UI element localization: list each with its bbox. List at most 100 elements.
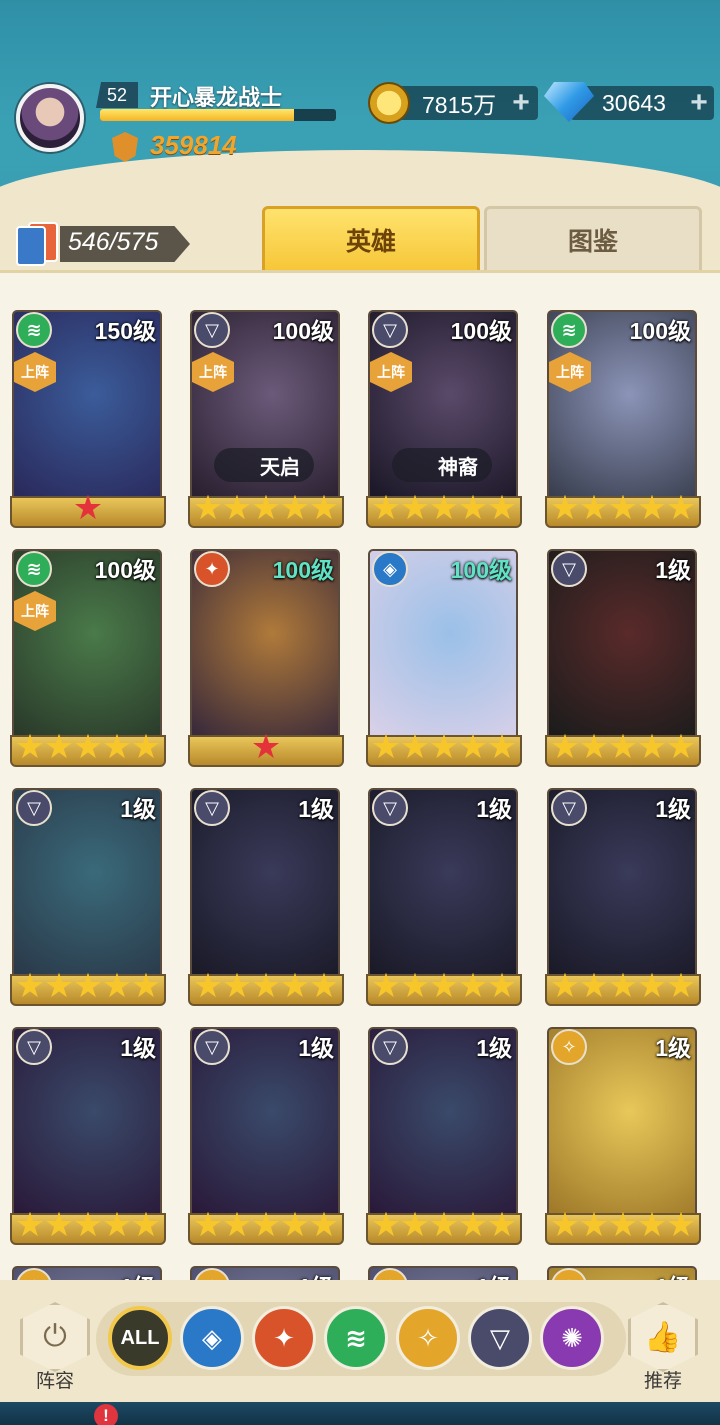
- hero-card[interactable]: ▽ 1级: [188, 1025, 344, 1247]
- star-icon: [282, 972, 308, 998]
- hero-level: 100级: [272, 318, 334, 344]
- star-icon: [46, 1211, 72, 1237]
- player-avatar[interactable]: [16, 84, 84, 152]
- filter-fire-button[interactable]: ✦: [252, 1306, 316, 1370]
- star-icon: [552, 1211, 578, 1237]
- star-icon: [610, 494, 636, 520]
- filter-void-icon: ✺: [561, 1322, 583, 1353]
- hero-level: 100级: [450, 557, 512, 583]
- star-icon: [224, 494, 250, 520]
- star-rating: [192, 1211, 340, 1239]
- hero-level: 150级: [94, 318, 156, 344]
- lineup-button[interactable]: ⏻: [20, 1302, 90, 1372]
- filter-all-button[interactable]: ALL: [108, 1306, 172, 1370]
- dark-faction-icon: ▽: [551, 790, 587, 826]
- hero-card[interactable]: ▽ 1级: [10, 786, 166, 1008]
- hero-card[interactable]: ✧1级: [10, 1264, 166, 1280]
- star-icon: [104, 1211, 130, 1237]
- star-rating: [370, 1211, 518, 1239]
- hero-level: 1级: [120, 1035, 156, 1061]
- hero-card[interactable]: ✧1级: [366, 1264, 522, 1280]
- collection-count: 546/575: [68, 228, 159, 256]
- star-rating: [549, 972, 697, 1000]
- filter-forest-button[interactable]: ≋: [324, 1306, 388, 1370]
- hero-card[interactable]: ▽ 1级: [545, 547, 701, 769]
- star-icon: [373, 494, 399, 520]
- hero-level: 1级: [120, 1268, 156, 1280]
- star-icon: [75, 972, 101, 998]
- star-icon: [253, 494, 279, 520]
- star-icon: [639, 1211, 665, 1237]
- dark-faction-icon: ▽: [16, 790, 52, 826]
- star-rating: [370, 494, 518, 522]
- star-rating: [549, 733, 697, 761]
- star-icon: [224, 972, 250, 998]
- filter-void-button[interactable]: ✺: [540, 1306, 604, 1370]
- hero-level: 1级: [476, 1035, 512, 1061]
- star-icon: [224, 1211, 250, 1237]
- star-icon: [46, 733, 72, 759]
- hero-card[interactable]: ≋ 150级 上阵: [10, 308, 166, 530]
- star-icon: [489, 494, 515, 520]
- star-icon: [489, 1211, 515, 1237]
- star-icon: [311, 494, 337, 520]
- add-gold-button[interactable]: +: [510, 88, 532, 118]
- star-icon: [581, 1211, 607, 1237]
- dark-faction-icon: ▽: [372, 1029, 408, 1065]
- dark-faction-icon: ▽: [372, 790, 408, 826]
- hero-card[interactable]: ◈ 100级: [366, 547, 522, 769]
- exp-bar-fill: [100, 109, 294, 121]
- star-icon: [431, 972, 457, 998]
- hero-card[interactable]: ▽ 100级 上阵 天启: [188, 308, 344, 530]
- dark-faction-icon: ▽: [194, 312, 230, 348]
- star-icon: [311, 972, 337, 998]
- hero-card[interactable]: ▽ 100级 上阵 神裔: [366, 308, 522, 530]
- star-rating: [14, 494, 162, 522]
- dark-faction-icon: ▽: [194, 790, 230, 826]
- star-icon: [402, 494, 428, 520]
- star-icon: [402, 733, 428, 759]
- hero-card[interactable]: ▽ 1级: [188, 786, 344, 1008]
- player-level: 52: [96, 82, 138, 108]
- hero-level: 1级: [120, 796, 156, 822]
- star-icon: [75, 733, 101, 759]
- star-icon: [581, 733, 607, 759]
- star-icon: [489, 733, 515, 759]
- hero-card[interactable]: ▽ 1级: [545, 786, 701, 1008]
- header-wave-decoration: [0, 150, 720, 200]
- star-icon: [253, 733, 279, 759]
- water-faction-icon: ◈: [372, 551, 408, 587]
- star-icon: [104, 733, 130, 759]
- filter-water-icon: ◈: [202, 1322, 222, 1353]
- tab-heroes[interactable]: 英雄: [262, 206, 480, 274]
- hero-card[interactable]: ≋ 100级 上阵: [545, 308, 701, 530]
- filter-water-button[interactable]: ◈: [180, 1306, 244, 1370]
- add-gems-button[interactable]: +: [688, 88, 710, 118]
- fire-faction-icon: ✦: [194, 551, 230, 587]
- recommend-button[interactable]: 👍: [628, 1302, 698, 1372]
- star-rating: [14, 1211, 162, 1239]
- hero-card[interactable]: ▽ 1级: [10, 1025, 166, 1247]
- hero-card[interactable]: ✧1级: [188, 1264, 344, 1280]
- hero-card[interactable]: ▽ 1级: [366, 786, 522, 1008]
- dark-faction-icon: ▽: [194, 1029, 230, 1065]
- dark-faction-icon: ▽: [16, 1029, 52, 1065]
- hero-card[interactable]: ≋ 100级 上阵: [10, 547, 166, 769]
- notification-badge: !: [94, 1404, 118, 1425]
- star-icon: [195, 494, 221, 520]
- star-rating: [192, 972, 340, 1000]
- hero-card[interactable]: ✧1级: [545, 1025, 701, 1247]
- hero-level: 100级: [94, 557, 156, 583]
- tab-codex[interactable]: 图鉴: [484, 206, 702, 274]
- hero-level: 1级: [655, 557, 691, 583]
- hero-card[interactable]: ▽ 1级: [366, 1025, 522, 1247]
- filter-light-button[interactable]: ✧: [396, 1306, 460, 1370]
- hero-card[interactable]: ✦ 100级: [188, 547, 344, 769]
- hero-card[interactable]: ✧1级: [545, 1264, 701, 1280]
- gem-amount: 30643: [602, 89, 666, 116]
- filter-dark-button[interactable]: ▽: [468, 1306, 532, 1370]
- dark-faction-icon: ▽: [372, 312, 408, 348]
- hero-level: 1级: [298, 796, 334, 822]
- star-icon: [311, 1211, 337, 1237]
- star-icon: [431, 1211, 457, 1237]
